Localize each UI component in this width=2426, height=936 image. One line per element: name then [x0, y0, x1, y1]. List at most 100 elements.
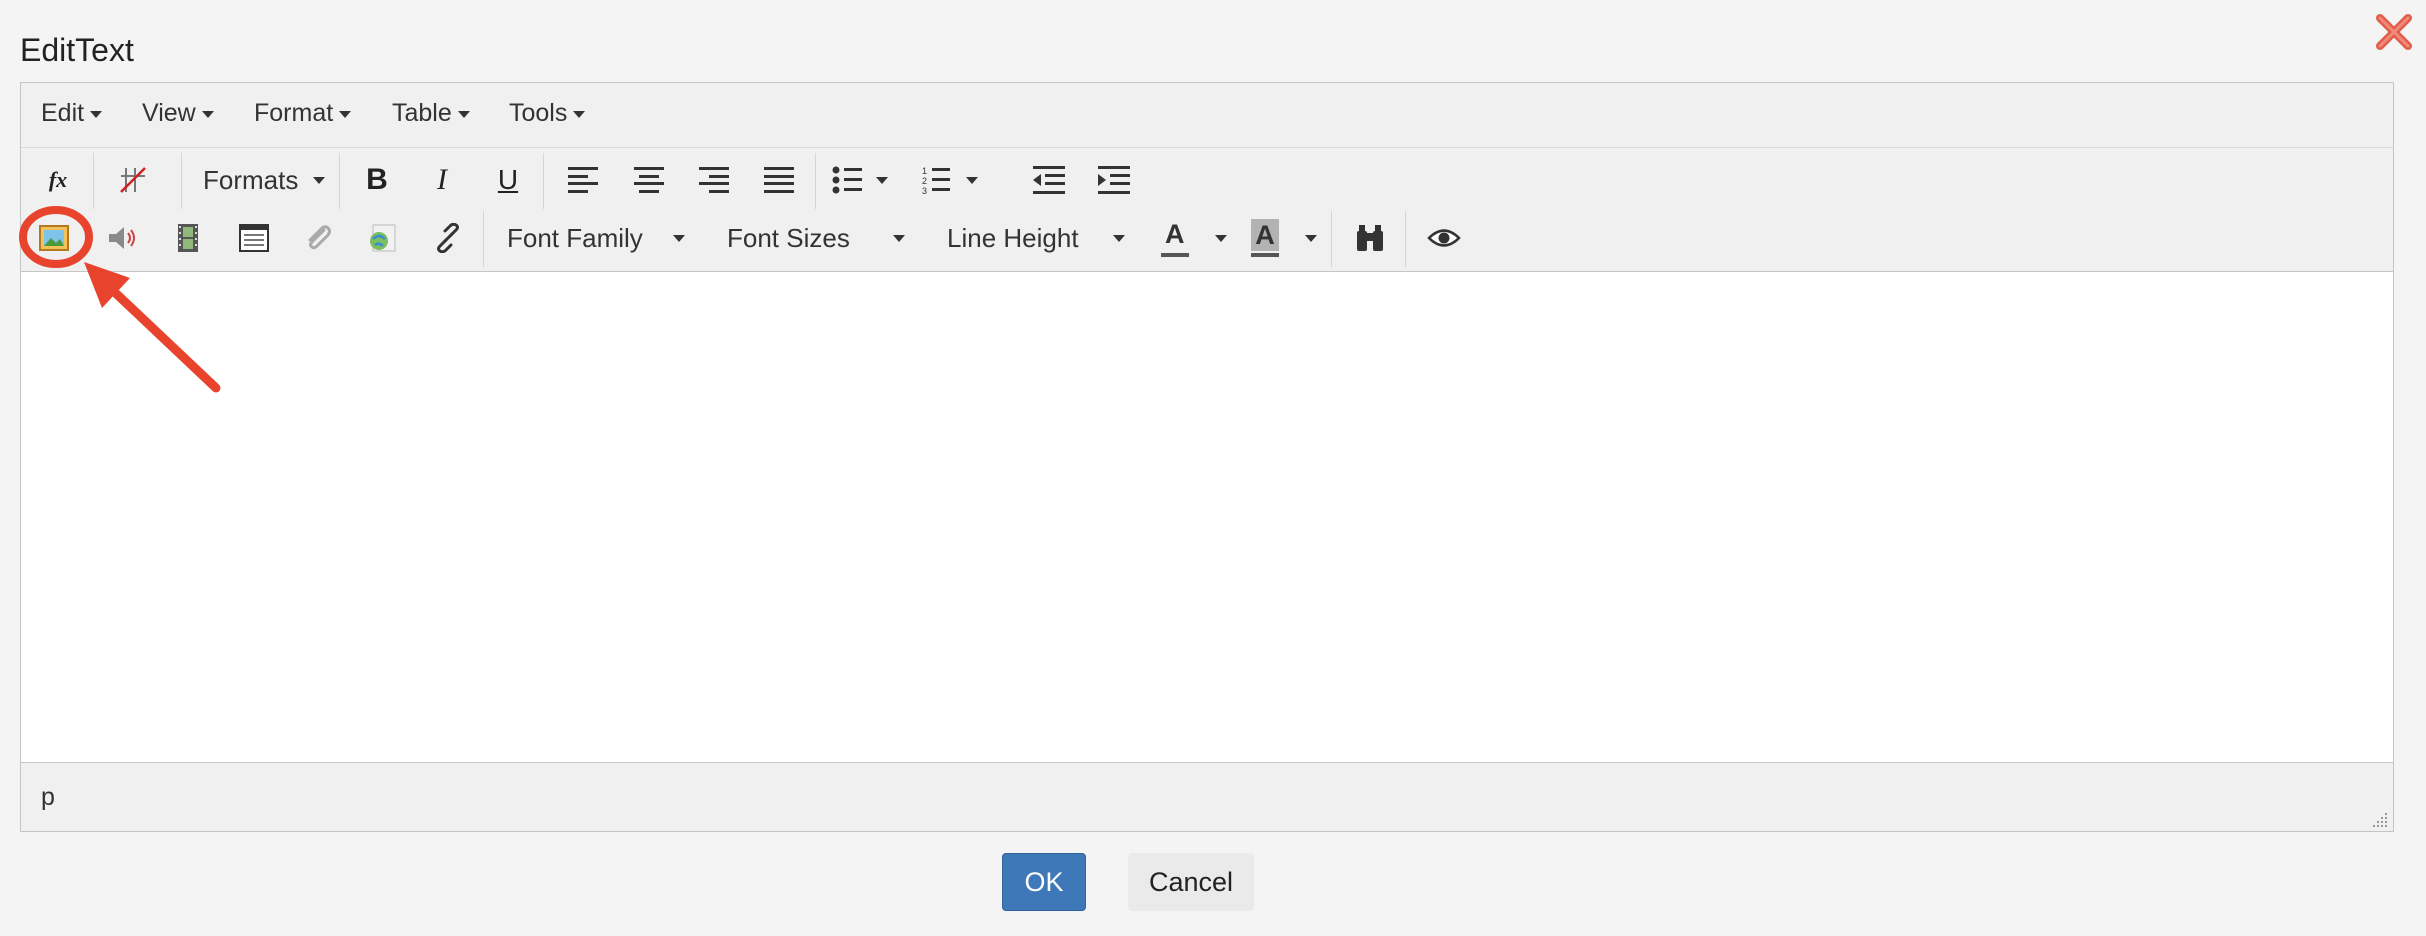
underline-icon: U — [497, 164, 519, 195]
chevron-down-icon — [201, 110, 214, 118]
insert-link-button[interactable] — [425, 215, 471, 261]
bold-button[interactable]: B — [355, 157, 399, 203]
menu-table-label: Table — [392, 99, 452, 127]
image-icon — [39, 225, 69, 251]
align-left-button[interactable] — [561, 157, 605, 203]
formats-label: Formats — [203, 164, 299, 195]
bullet-list-button[interactable] — [831, 157, 895, 203]
align-left-icon — [568, 167, 598, 193]
underline-button[interactable]: U — [486, 157, 530, 203]
menu-table[interactable]: Table — [392, 99, 470, 128]
font-sizes-dropdown[interactable]: Font Sizes — [727, 215, 905, 261]
menu-edit[interactable]: Edit — [41, 99, 103, 128]
menu-tools-label: Tools — [509, 99, 568, 127]
book-icon — [239, 224, 269, 252]
chevron-down-icon — [893, 235, 905, 242]
cancel-button[interactable]: Cancel — [1128, 853, 1254, 911]
italic-button[interactable]: I — [420, 157, 464, 203]
speaker-icon — [109, 227, 135, 249]
menu-format[interactable]: Format — [254, 99, 352, 128]
toolbar-separator — [93, 153, 94, 209]
toolbar-separator — [1405, 211, 1406, 267]
close-icon[interactable] — [2372, 10, 2416, 54]
chevron-down-icon — [573, 110, 586, 118]
chevron-down-icon — [673, 235, 685, 242]
preview-button[interactable] — [1421, 215, 1467, 261]
font-family-dropdown[interactable]: Font Family — [507, 215, 685, 261]
editor-content-area[interactable] — [21, 271, 2393, 763]
align-center-button[interactable] — [627, 157, 671, 203]
menu-tools[interactable]: Tools — [509, 99, 586, 128]
formats-dropdown[interactable]: Formats — [203, 157, 325, 203]
insert-video-button[interactable] — [165, 215, 211, 261]
insert-document-button[interactable] — [231, 215, 277, 261]
font-sizes-label: Font Sizes — [727, 222, 850, 253]
chevron-down-icon — [1113, 235, 1125, 242]
remove-format-button[interactable] — [111, 157, 155, 203]
bullet-list-icon — [832, 166, 888, 194]
chevron-down-icon — [1305, 235, 1317, 242]
rich-text-editor: Edit View Format Table Tools fx Formats … — [20, 82, 2394, 832]
formula-button[interactable]: fx — [41, 157, 75, 203]
insert-image-button[interactable] — [31, 215, 77, 261]
remove-format-icon — [120, 167, 146, 193]
insert-attachment-button[interactable] — [295, 215, 341, 261]
eye-icon — [1427, 229, 1461, 247]
find-replace-button[interactable] — [1347, 215, 1393, 261]
outdent-button[interactable] — [1027, 157, 1071, 203]
dialog-title: EditText — [20, 32, 134, 68]
align-right-button[interactable] — [692, 157, 736, 203]
statusbar: p — [21, 763, 2393, 831]
indent-icon — [1098, 166, 1130, 194]
indent-button[interactable] — [1092, 157, 1136, 203]
align-center-icon — [634, 167, 664, 193]
svg-text:2: 2 — [922, 176, 927, 186]
numbered-list-icon: 123 — [922, 166, 978, 195]
chevron-down-icon — [90, 110, 103, 118]
insert-web-page-button[interactable] — [359, 215, 405, 261]
toolbar-separator — [543, 153, 544, 209]
menu-format-label: Format — [254, 99, 334, 127]
toolbar-separator — [1331, 211, 1332, 267]
link-icon — [437, 223, 459, 253]
align-justify-icon — [764, 167, 794, 193]
toolbar-separator — [181, 153, 182, 209]
toolbar-separator — [339, 153, 340, 209]
chevron-down-icon — [457, 110, 470, 118]
bold-icon: B — [366, 163, 388, 196]
film-icon — [178, 224, 198, 252]
outdent-icon — [1033, 166, 1065, 194]
globe-page-icon — [370, 224, 396, 252]
resize-handle-icon[interactable] — [2373, 811, 2389, 827]
font-family-label: Font Family — [507, 222, 643, 253]
text-color-swatch — [1161, 253, 1189, 257]
background-color-button[interactable]: A — [1249, 215, 1319, 261]
paperclip-icon — [308, 225, 331, 250]
text-color-button[interactable]: A — [1159, 215, 1229, 261]
element-path[interactable]: p — [41, 783, 55, 812]
chevron-down-icon — [339, 110, 352, 118]
background-color-icon: A — [1251, 219, 1279, 251]
menu-view[interactable]: View — [142, 99, 214, 128]
insert-audio-button[interactable] — [101, 215, 147, 261]
align-right-icon — [699, 167, 729, 193]
formula-icon: fx — [48, 167, 68, 192]
menu-edit-label: Edit — [41, 99, 85, 127]
align-justify-button[interactable] — [757, 157, 801, 203]
background-color-swatch — [1251, 253, 1279, 257]
line-height-dropdown[interactable]: Line Height — [947, 215, 1125, 261]
svg-text:3: 3 — [922, 186, 927, 195]
chevron-down-icon — [1215, 235, 1227, 242]
binoculars-icon — [1357, 225, 1383, 251]
menu-view-label: View — [142, 99, 196, 127]
toolbar-separator — [815, 153, 816, 209]
svg-text:1: 1 — [922, 166, 927, 176]
line-height-label: Line Height — [947, 222, 1079, 253]
text-color-icon: A — [1165, 219, 1185, 249]
chevron-down-icon — [313, 177, 325, 184]
numbered-list-button[interactable]: 123 — [921, 157, 985, 203]
ok-button[interactable]: OK — [1002, 853, 1086, 911]
menubar: Edit View Format Table Tools — [21, 83, 2393, 148]
italic-icon: I — [437, 163, 447, 196]
toolbar-separator — [483, 211, 484, 267]
